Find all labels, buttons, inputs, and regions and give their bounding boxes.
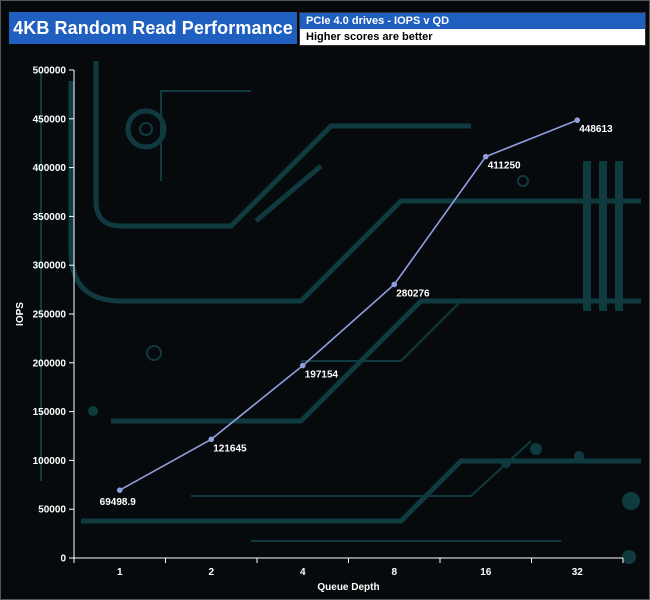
series-line [119, 119, 578, 491]
y-tick-label: 100000 [33, 456, 67, 467]
data-point [116, 487, 123, 493]
data-point [299, 362, 306, 369]
y-tick-label: 500000 [33, 66, 67, 77]
y-tick-label: 250000 [33, 310, 67, 321]
x-tick-label: 1 [117, 567, 123, 578]
y-tick-label: 150000 [33, 407, 67, 418]
y-tick-label: 50000 [38, 505, 66, 516]
y-ticks: 0 50000 100000 150000 200000 250000 300000 3500… [33, 66, 74, 565]
y-tick-label: 0 [60, 554, 66, 565]
y-tick-label: 400000 [33, 163, 67, 174]
y-tick-label: 200000 [33, 358, 67, 369]
data-label: 69498.9 [100, 497, 137, 508]
data-label: 411250 [488, 161, 521, 172]
x-tick-label: 32 [572, 567, 584, 578]
chart-frame: 4KB Random Read Performance PCIe 4.0 dri… [0, 0, 650, 600]
x-tick-label: 2 [208, 567, 214, 578]
data-label: 197154 [305, 370, 339, 381]
chart-svg: 0 50000 100000 150000 200000 250000 300000 3500… [15, 61, 641, 593]
data-point [391, 281, 398, 288]
x-tick-label: 16 [480, 567, 492, 578]
data-point [208, 436, 215, 443]
circuit-background-art [40, 61, 641, 564]
x-ticks: 1 2 4 8 16 32 [73, 558, 624, 578]
data-label: 448613 [579, 124, 613, 135]
data-label: 121645 [213, 443, 247, 454]
x-tick-label: 4 [300, 567, 306, 578]
y-tick-label: 450000 [33, 114, 67, 125]
data-point [574, 117, 581, 123]
y-axis-label: IOPS [15, 302, 26, 326]
y-tick-label: 300000 [33, 261, 67, 272]
data-point [482, 153, 489, 160]
x-axis-label: Queue Depth [317, 582, 379, 593]
chart-axes: 0 50000 100000 150000 200000 250000 300000 3500… [15, 66, 624, 593]
data-label: 280276 [396, 288, 430, 299]
x-tick-label: 8 [391, 567, 397, 578]
y-tick-label: 350000 [33, 212, 67, 223]
